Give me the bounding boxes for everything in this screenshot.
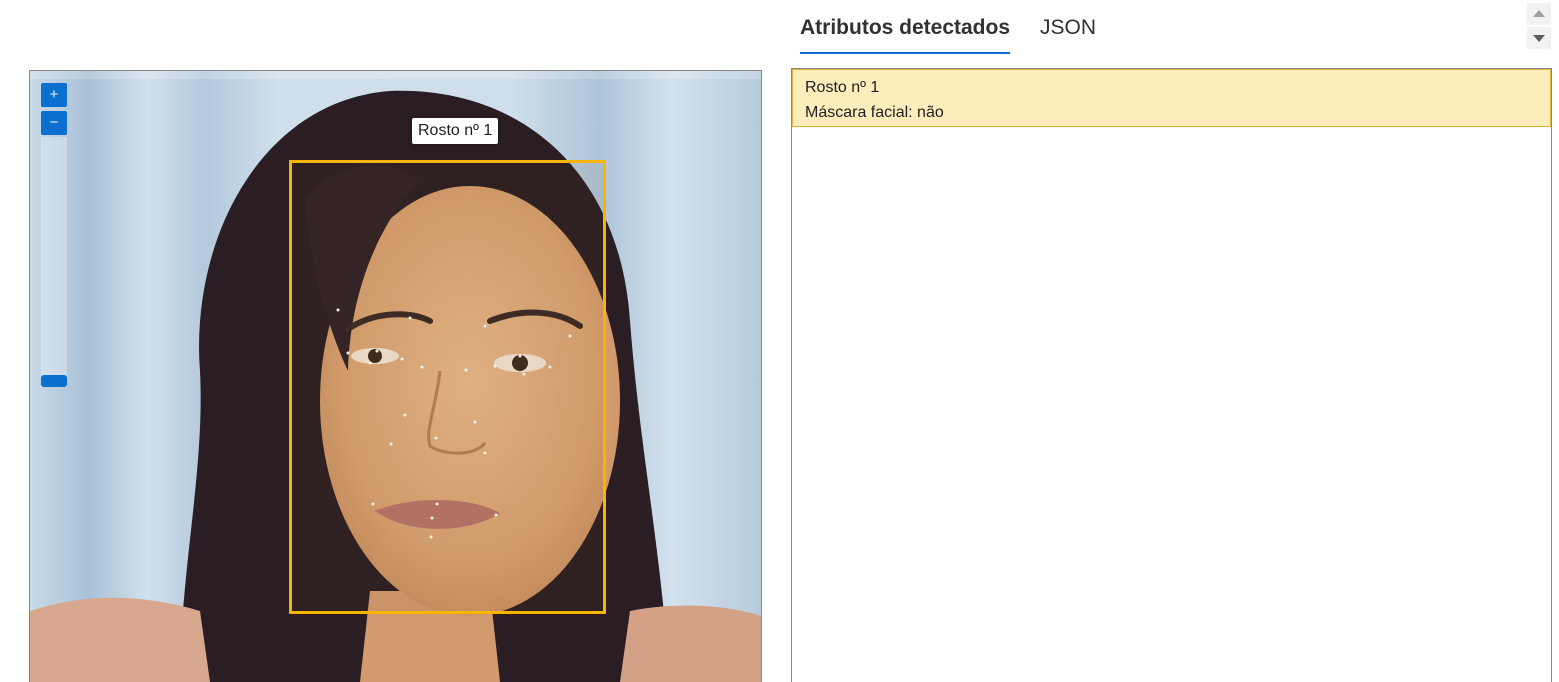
tab-json[interactable]: JSON (1040, 14, 1096, 52)
list-item-face-1[interactable]: Rosto nº 1 Máscara facial: não (792, 69, 1551, 127)
image-viewer[interactable]: + − Rosto nº 1 (29, 70, 762, 682)
zoom-in-button[interactable]: + (41, 83, 67, 107)
face-bounding-box[interactable] (289, 160, 606, 614)
result-tabs: Atributos detectados JSON (800, 14, 1096, 54)
zoom-slider-track[interactable] (41, 137, 67, 387)
face-label: Rosto nº 1 (412, 118, 499, 144)
result-face-mask-attribute: Máscara facial: não (805, 104, 944, 121)
minus-icon: − (49, 114, 59, 131)
scroll-down-button[interactable] (1527, 27, 1551, 49)
zoom-slider-thumb[interactable] (41, 375, 67, 387)
scroll-up-button[interactable] (1527, 3, 1551, 25)
result-face-title: Rosto nº 1 (805, 79, 880, 96)
plus-icon: + (49, 86, 59, 103)
results-panel: Rosto nº 1 Máscara facial: não (791, 68, 1552, 682)
tab-detected-attributes[interactable]: Atributos detectados (800, 14, 1011, 54)
zoom-out-button[interactable]: − (41, 111, 67, 135)
